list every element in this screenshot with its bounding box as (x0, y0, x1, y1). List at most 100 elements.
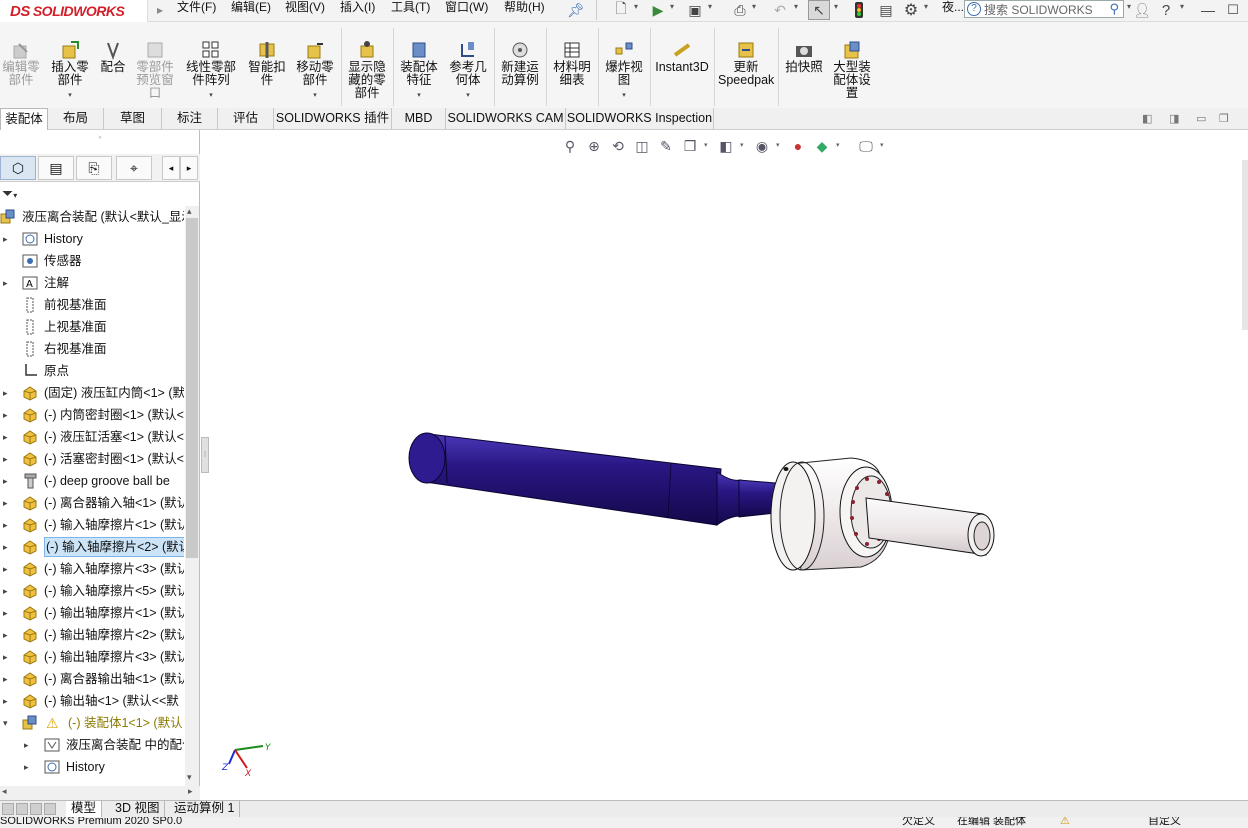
tree-expand-icon[interactable]: ▸ (3, 272, 8, 294)
tab-evaluate[interactable]: 评估 (218, 108, 274, 130)
display-style-dropdown-icon[interactable]: ▾ (740, 137, 748, 155)
smart-fasteners-button[interactable]: 智能扣 件 (247, 40, 287, 87)
tree-item[interactable]: 上视基准面 (0, 316, 184, 338)
apply-scene-icon[interactable]: ◆ (812, 137, 832, 155)
search-magnifier-icon[interactable]: ⚲ (1109, 1, 1119, 17)
scroll-thumb[interactable] (186, 218, 198, 558)
large-assembly-settings-button[interactable]: 大型装 配体设 置 (830, 40, 874, 100)
linear-pattern-dropdown-icon[interactable]: ▾ (183, 89, 239, 102)
file-properties-icon[interactable]: ▤ (876, 0, 896, 20)
show-hidden-components-button[interactable]: 显示隐 藏的零 部件 (345, 40, 389, 100)
new-document-icon[interactable]: 🗋︎ (612, 0, 630, 20)
tab-motion-study-1[interactable]: 运动算例 1 (169, 801, 241, 817)
search-dropdown-icon[interactable]: ▾ (1127, 2, 1131, 11)
tree-item[interactable]: ▸ History (0, 228, 184, 250)
tree-expand-icon[interactable]: ▸ (3, 470, 8, 492)
tree-expand-icon[interactable]: ▸ (3, 580, 8, 602)
tree-item[interactable]: ▸ (-) 内筒密封圈<1> (默认< (0, 404, 184, 426)
tree-horizontal-scrollbar[interactable]: ◂ ▸ (0, 786, 200, 800)
tree-item[interactable]: ▸ A 注解 (0, 272, 184, 294)
help-icon[interactable]: ? (1158, 0, 1174, 20)
instant3d-button[interactable]: Instant3D (654, 40, 710, 74)
bill-of-materials-button[interactable]: 材料明 细表 (550, 40, 594, 87)
traffic-light-icon[interactable] (852, 0, 866, 20)
tree-item[interactable]: ▸ (-) 输出轴摩擦片<3> (默认 (0, 646, 184, 668)
help-dropdown-icon[interactable]: ▾ (1180, 2, 1184, 11)
edit-appearance-icon[interactable]: ● (788, 137, 808, 155)
move-component-button[interactable]: 移动零 部件 ▾ (293, 40, 337, 102)
hide-show-dropdown-icon[interactable]: ▾ (776, 137, 784, 155)
move-component-dropdown-icon[interactable]: ▾ (293, 89, 337, 102)
prev-window-icon[interactable]: ◧ (1142, 112, 1152, 125)
take-snapshot-button[interactable]: 拍快照 (782, 40, 826, 74)
axis-triad[interactable]: Y Z X (221, 743, 272, 779)
tree-expand-icon[interactable]: ▸ (3, 690, 8, 712)
tree-item[interactable]: ▸ (-) 输入轴摩擦片<5> (默认 (0, 580, 184, 602)
edit-component-button[interactable]: 编辑零 部件 (2, 40, 40, 87)
tree-item[interactable]: ▸ (-) 输出轴摩擦片<2> (默认 (0, 624, 184, 646)
tab-assembly[interactable]: 装配体 (0, 108, 48, 130)
tree-item[interactable]: ▸ (-) 活塞密封圈<1> (默认< (0, 448, 184, 470)
task-pane-edge[interactable] (1242, 160, 1248, 330)
tree-expand-icon[interactable]: ▸ (24, 756, 29, 778)
tab-scroll-left-icon[interactable]: ◂ (162, 156, 180, 180)
assembly-features-dropdown-icon[interactable]: ▾ (397, 89, 441, 102)
scroll-left-icon[interactable]: ◂ (2, 786, 7, 797)
tree-item[interactable]: 液压离合装配 (默认<默认_显示 (0, 206, 184, 228)
pin-icon[interactable]: 📌︎ (567, 0, 585, 20)
tree-item[interactable]: ▸ 液压离合装配 中的配合 (0, 734, 184, 756)
tree-item[interactable]: ▸ (-) deep groove ball be (0, 470, 184, 492)
tree-item[interactable]: ▸ (-) 输入轴摩擦片<1> (默认 (0, 514, 184, 536)
doc-restore-icon[interactable]: ❐ (1219, 112, 1229, 125)
tab-cam[interactable]: SOLIDWORKS CAM (446, 108, 566, 130)
hide-show-items-icon[interactable]: ◉ (752, 137, 772, 155)
tab-inspection[interactable]: SOLIDWORKS Inspection (566, 108, 714, 130)
scroll-right-icon[interactable]: ▸ (188, 786, 193, 797)
logo-expand-icon[interactable]: ▸ (153, 0, 167, 20)
rebuild-icon[interactable]: ⚠ (1060, 817, 1070, 828)
tab-addins[interactable]: SOLIDWORKS 插件 (274, 108, 392, 130)
tree-expand-icon[interactable]: ▸ (3, 448, 8, 470)
tab-sketch[interactable]: 草图 (104, 108, 162, 130)
user-icon[interactable]: 👤︎ (1133, 0, 1151, 20)
menu-view[interactable]: 视图(V) (285, 0, 325, 20)
tree-expand-icon[interactable]: ▾ (3, 712, 8, 734)
linear-pattern-button[interactable]: 线性零部 件阵列 ▾ (183, 40, 239, 102)
select-arrow-icon[interactable]: ↖ (808, 0, 830, 20)
print-dropdown-icon[interactable]: ▾ (752, 2, 756, 11)
tree-item[interactable]: 前视基准面 (0, 294, 184, 316)
menu-file[interactable]: 文件(F) (177, 0, 216, 20)
tree-expand-icon[interactable]: ▸ (24, 734, 29, 756)
tree-expand-icon[interactable]: ▸ (3, 228, 8, 250)
scroll-down-icon[interactable]: ▾ (187, 772, 192, 783)
previous-view-icon[interactable]: ⟲ (608, 137, 628, 155)
tree-item[interactable]: ▸ (固定) 液压缸内筒<1> (默 (0, 382, 184, 404)
filter-dropdown-icon[interactable]: ▾ (13, 191, 17, 200)
zoom-to-fit-icon[interactable]: ⚲ (560, 137, 580, 155)
menu-help[interactable]: 帮助(H) (504, 0, 545, 20)
save-dropdown-icon[interactable]: ▾ (708, 2, 712, 11)
status-units[interactable]: 自定义 (1148, 817, 1181, 828)
model-canvas[interactable]: Y Z X (201, 130, 1248, 800)
tab-scroll-right-icon[interactable]: ▸ (180, 156, 198, 180)
tree-item[interactable]: ▸ (-) 输出轴<1> (默认<<默 (0, 690, 184, 712)
view-settings-dropdown-icon[interactable]: ▾ (880, 137, 888, 155)
tree-expand-icon[interactable]: ▸ (3, 382, 8, 404)
search-input[interactable]: 搜索 SOLIDWORKS (984, 1, 1093, 18)
maximize-icon[interactable]: ☐ (1222, 0, 1244, 20)
search-box[interactable]: ? 搜索 SOLIDWORKS ⚲ (964, 0, 1124, 18)
tree-expand-icon[interactable]: ▸ (3, 536, 8, 558)
select-dropdown-icon[interactable]: ▾ (834, 2, 838, 11)
tab-markup[interactable]: 标注 (162, 108, 218, 130)
tree-item[interactable]: 右视基准面 (0, 338, 184, 360)
tab-model[interactable]: 模型 (66, 801, 103, 817)
new-motion-study-button[interactable]: 新建运 动算例 (498, 40, 542, 87)
next-tab-icon[interactable] (30, 803, 42, 815)
dimxpert-tab-icon[interactable]: ⌖ (116, 156, 152, 180)
tree-expand-icon[interactable]: ▸ (3, 426, 8, 448)
tree-expand-icon[interactable]: ▸ (3, 558, 8, 580)
view-orientation-dropdown-icon[interactable]: ▾ (704, 137, 712, 155)
propertymanager-tab-icon[interactable]: ▤ (38, 156, 74, 180)
mate-button[interactable]: 配合 (96, 40, 130, 74)
last-tab-icon[interactable] (44, 803, 56, 815)
